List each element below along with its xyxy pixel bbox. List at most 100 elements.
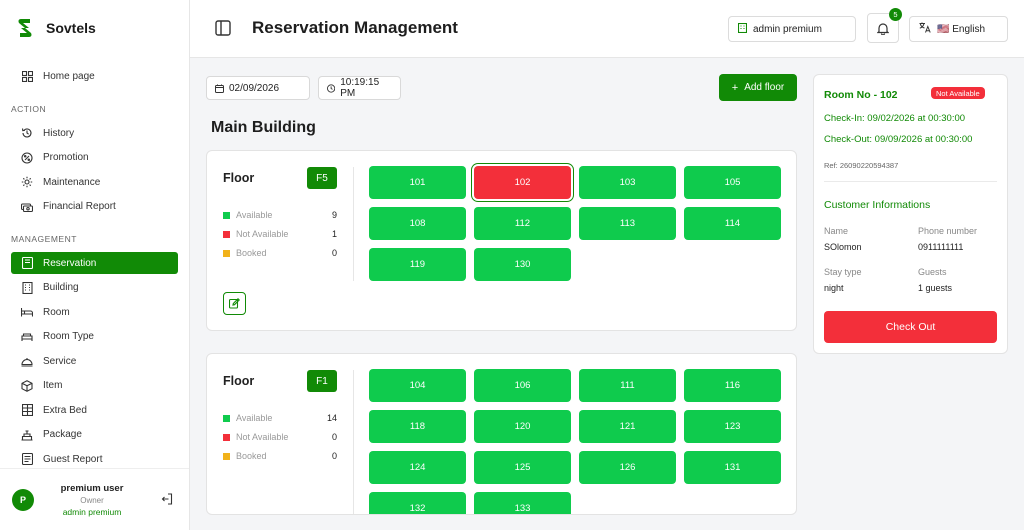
- room-103[interactable]: 103: [579, 166, 676, 199]
- sidebar-item-home[interactable]: Home page: [11, 65, 178, 87]
- add-floor-button[interactable]: + Add floor: [719, 74, 797, 101]
- legend-swatch: [223, 230, 230, 238]
- room-133[interactable]: 133: [474, 492, 571, 514]
- room-101[interactable]: 101: [369, 166, 466, 199]
- sidebar-item-room-type[interactable]: Room Type: [11, 326, 178, 348]
- sidebar-item-reservation[interactable]: Reservation: [11, 252, 178, 274]
- building-title: Main Building: [211, 119, 316, 136]
- date-picker[interactable]: 02/09/2026: [206, 76, 310, 100]
- sidebar-item-package[interactable]: Package: [11, 424, 178, 446]
- room-105[interactable]: 105: [684, 166, 781, 199]
- sidebar-item-room[interactable]: Room: [11, 301, 178, 323]
- sidebar-item-item[interactable]: Item: [11, 375, 178, 397]
- sidebar-item-guest-report[interactable]: Guest Report: [11, 448, 178, 470]
- room-116[interactable]: 116: [684, 369, 781, 402]
- legend-count: 9: [331, 210, 337, 220]
- legend-swatch: [223, 414, 230, 422]
- room-113[interactable]: 113: [579, 207, 676, 240]
- sidebar-item-service[interactable]: Service: [11, 350, 178, 372]
- sidebar-item-extra-bed[interactable]: Extra Bed: [11, 399, 178, 421]
- gear-icon: [21, 176, 33, 188]
- section-label-action: ACTION: [11, 104, 47, 114]
- bell-icon: [877, 22, 889, 35]
- stay-type-value: night: [824, 283, 844, 293]
- room-number-title: Room No - 102: [824, 89, 898, 101]
- sidebar-item-maintenance[interactable]: Maintenance: [11, 171, 178, 193]
- legend-count: 14: [326, 413, 337, 423]
- sidebar-item-building[interactable]: Building: [11, 277, 178, 299]
- sidebar-item-promotion[interactable]: Promotion: [11, 147, 178, 169]
- sidebar-item-history[interactable]: History: [11, 122, 178, 144]
- room-106[interactable]: 106: [474, 369, 571, 402]
- legend-booked: Booked 0: [223, 248, 337, 258]
- sidebar-item-label: History: [43, 127, 75, 139]
- floor-badge: F1: [307, 370, 337, 392]
- legend-not-available: Not Available 1: [223, 229, 337, 239]
- user-profile[interactable]: P premium user Owner admin premium: [0, 468, 189, 530]
- check-out-button[interactable]: Check Out: [824, 311, 997, 343]
- floor-divider: [353, 167, 354, 281]
- room-131[interactable]: 131: [684, 451, 781, 484]
- floor-label: Floor: [223, 374, 255, 388]
- sidebar-item-label: Reservation: [43, 257, 97, 269]
- name-value: SOlomon: [824, 242, 862, 252]
- legend-count: 0: [331, 248, 337, 258]
- guests-label: Guests: [918, 267, 947, 277]
- avatar: P: [12, 488, 34, 511]
- room-130[interactable]: 130: [474, 248, 571, 281]
- brand[interactable]: Sovtels: [0, 0, 189, 56]
- section-label-management: MANAGEMENT: [11, 234, 77, 244]
- room-112[interactable]: 112: [474, 207, 571, 240]
- sidebar-toggle-icon[interactable]: [214, 19, 232, 37]
- room-grid: 104 106 111 116 118 120 121 123 124 125 …: [369, 369, 781, 514]
- date-value: 02/09/2026: [229, 82, 280, 94]
- account-button[interactable]: admin premium: [728, 16, 856, 42]
- room-125[interactable]: 125: [474, 451, 571, 484]
- account-label: admin premium: [753, 23, 822, 35]
- edit-floor-button[interactable]: [223, 292, 246, 315]
- legend-label: Available: [236, 210, 273, 220]
- legend-swatch: [223, 452, 230, 460]
- sidebar-item-financial-report[interactable]: Financial Report: [11, 196, 178, 218]
- legend-label: Available: [236, 413, 273, 423]
- language-selector[interactable]: 🇺🇸 English: [909, 16, 1008, 42]
- phone-label: Phone number: [918, 226, 978, 236]
- reference-number: Ref: 26090220594387: [824, 161, 899, 170]
- room-121[interactable]: 121: [579, 410, 676, 443]
- reservation-icon: [21, 257, 33, 269]
- package-icon: [21, 429, 33, 441]
- sidebar-item-label: Item: [43, 380, 63, 391]
- room-102[interactable]: 102: [474, 166, 571, 199]
- time-display[interactable]: 10:19:15 PM: [318, 76, 401, 100]
- time-value: 10:19:15 PM: [340, 77, 380, 99]
- room-108[interactable]: 108: [369, 207, 466, 240]
- room-132[interactable]: 132: [369, 492, 466, 514]
- notifications-button[interactable]: 5: [867, 8, 902, 43]
- top-header: Reservation Management admin premium 5 🇺…: [190, 0, 1024, 58]
- box-icon: [21, 379, 33, 392]
- room-114[interactable]: 114: [684, 207, 781, 240]
- sovtels-logo-icon: [18, 19, 32, 37]
- legend-label: Not Available: [236, 432, 289, 442]
- room-detail-panel: Room No - 102 Not Available Check-In: 09…: [813, 74, 1008, 354]
- room-124[interactable]: 124: [369, 451, 466, 484]
- bell-service-icon: [21, 355, 33, 367]
- room-111[interactable]: 111: [579, 369, 676, 402]
- legend-label: Booked: [236, 451, 267, 461]
- room-123[interactable]: 123: [684, 410, 781, 443]
- room-118[interactable]: 118: [369, 410, 466, 443]
- room-type-icon: [21, 331, 33, 343]
- detail-divider: [824, 181, 997, 182]
- room-120[interactable]: 120: [474, 410, 571, 443]
- logout-icon[interactable]: [161, 493, 173, 505]
- money-icon: [21, 201, 33, 213]
- room-126[interactable]: 126: [579, 451, 676, 484]
- grid-icon: [21, 70, 33, 82]
- room-119[interactable]: 119: [369, 248, 466, 281]
- legend-booked: Booked 0: [223, 451, 337, 461]
- room-104[interactable]: 104: [369, 369, 466, 402]
- history-icon: [21, 127, 33, 139]
- legend-count: 0: [331, 432, 337, 442]
- check-out-text: Check-Out: 09/09/2026 at 00:30:00: [824, 134, 973, 145]
- extra-bed-icon: [21, 404, 33, 416]
